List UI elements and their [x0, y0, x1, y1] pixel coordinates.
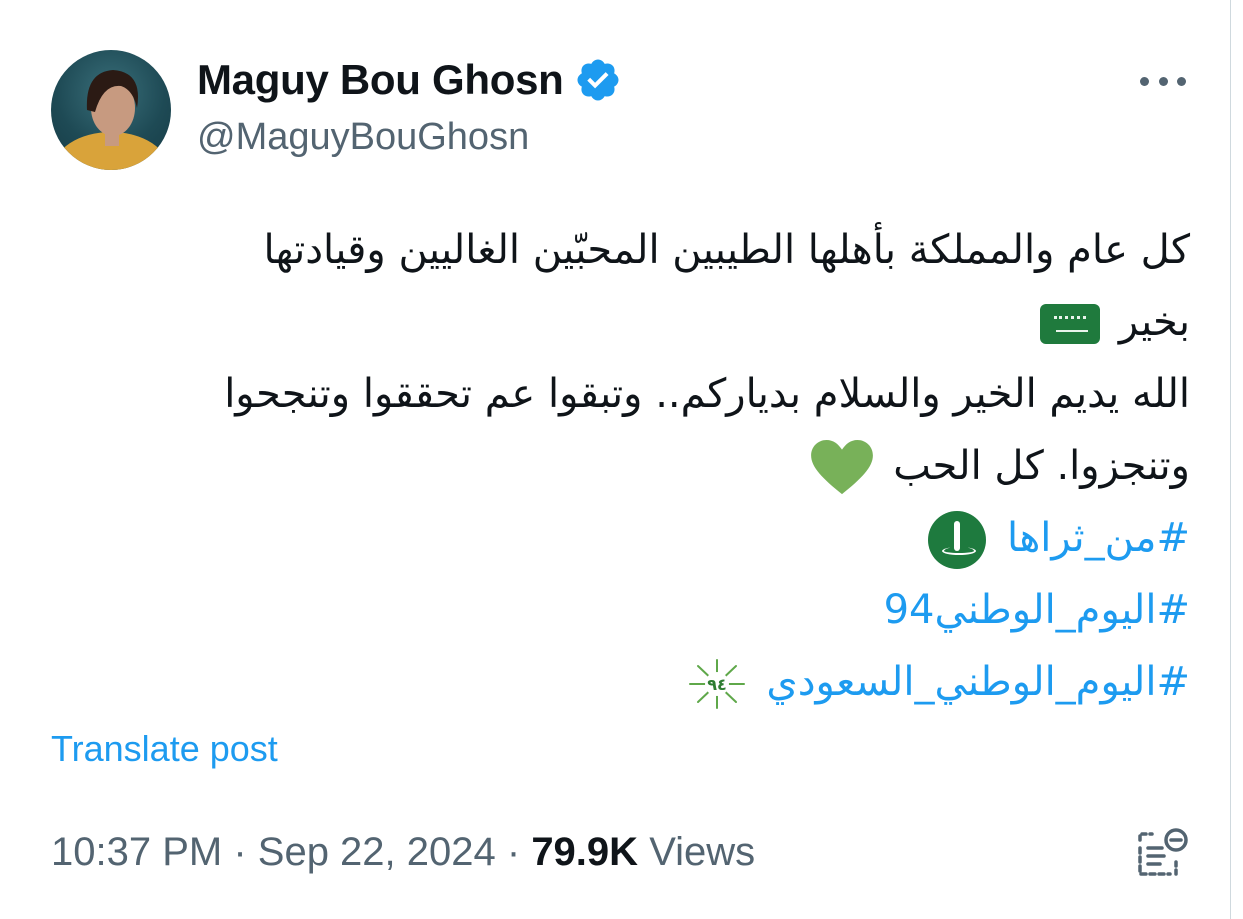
- more-options-button[interactable]: [1140, 66, 1186, 96]
- author-name-row[interactable]: Maguy Bou Ghosn: [197, 54, 622, 106]
- green-heart-icon: [810, 440, 873, 496]
- more-horizontal-icon: [1158, 76, 1168, 86]
- meta-separator: ·: [495, 830, 532, 874]
- avatar-image: [53, 70, 169, 170]
- tweet-line-with-flag: بخير: [50, 286, 1190, 358]
- author-handle[interactable]: @MaguyBouGhosn: [197, 116, 529, 159]
- meta-separator: ·: [222, 830, 258, 874]
- hashtag-line: #اليوم_الوطني94: [50, 574, 1190, 646]
- tweet-text: كل عام والمملكة بأهلها الطيبين المحبّين …: [50, 214, 1190, 718]
- hashtag-line: #من_ثراها: [50, 502, 1190, 574]
- more-horizontal-icon: [1177, 76, 1186, 86]
- tweet-line-with-heart: وتنجزوا. كل الحب: [50, 430, 1190, 502]
- tweet-line: وتنجزوا. كل الحب: [893, 443, 1190, 489]
- hashtag-link[interactable]: #اليوم_الوطني94: [884, 587, 1190, 633]
- tweet-meta: 10:37 PM · Sep 22, 2024 · 79.9K Views: [51, 830, 755, 875]
- hashtag-link[interactable]: #من_ثراها: [1007, 515, 1190, 561]
- tweet-time[interactable]: 10:37 PM: [51, 830, 222, 874]
- national-day-94-icon: ٩٤: [686, 656, 748, 712]
- grok-summary-icon: [1138, 828, 1188, 876]
- verified-badge-icon: [574, 56, 622, 104]
- grok-summary-button[interactable]: [1134, 826, 1190, 882]
- views-count: 79.9K: [531, 830, 639, 874]
- timeline-border: [1230, 0, 1231, 919]
- views-label: Views: [649, 830, 756, 874]
- hashtag-link[interactable]: #اليوم_الوطني_السعودي: [766, 659, 1190, 705]
- svg-text:٩٤: ٩٤: [707, 675, 727, 694]
- tweet-line: الله يديم الخير والسلام بدياركم.. وتبقوا…: [224, 371, 1190, 417]
- tweet-date[interactable]: Sep 22, 2024: [258, 830, 496, 874]
- saudi-emblem-icon: [928, 511, 987, 569]
- more-horizontal-icon: [1140, 76, 1149, 86]
- avatar[interactable]: [51, 50, 171, 170]
- tweet-line: كل عام والمملكة بأهلها الطيبين المحبّين …: [263, 227, 1190, 273]
- tweet-line: بخير: [1118, 299, 1190, 345]
- saudi-flag-icon: [1040, 304, 1101, 344]
- display-name[interactable]: Maguy Bou Ghosn: [197, 56, 564, 104]
- hashtag-line: #اليوم_الوطني_السعودي ٩٤: [50, 646, 1190, 718]
- translate-post-link[interactable]: Translate post: [51, 728, 278, 770]
